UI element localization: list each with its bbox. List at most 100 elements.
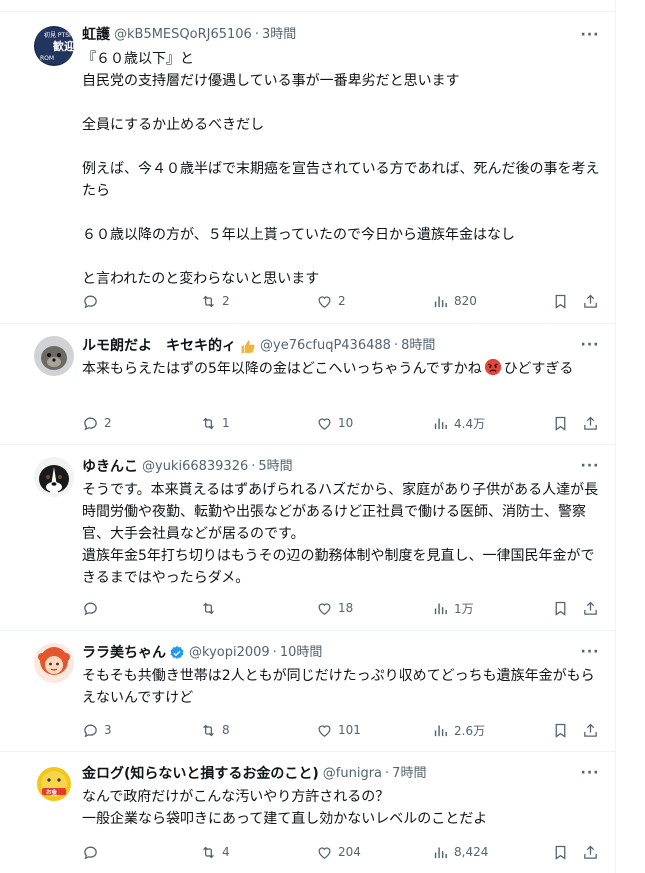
- user-handle[interactable]: @yuki66839326: [142, 457, 248, 477]
- views-button[interactable]: 820: [432, 291, 477, 311]
- retweet-button[interactable]: 2: [200, 291, 230, 311]
- avatar-image: [34, 643, 74, 683]
- thumbs-up-emoji-icon: [241, 340, 255, 353]
- svg-text:初見 PTSH: 初見 PTSH: [44, 31, 74, 39]
- reply-button[interactable]: 3: [82, 720, 112, 740]
- tweet-actions: 3 8 101 2.6万: [82, 720, 602, 740]
- view-count: 1万: [454, 601, 474, 616]
- separator-dot: ·: [393, 338, 399, 353]
- user-handle[interactable]: @funigra: [323, 764, 382, 784]
- retweet-button[interactable]: 4: [200, 842, 230, 862]
- timestamp[interactable]: 8時間: [401, 336, 435, 356]
- like-button[interactable]: 204: [316, 842, 361, 862]
- views-chart-icon: [434, 418, 447, 429]
- display-name[interactable]: ゆきんこ: [82, 457, 138, 477]
- bookmark-button[interactable]: [552, 598, 569, 618]
- user-handle[interactable]: @ye76cfuqP436488: [260, 336, 391, 356]
- heart-icon: [318, 417, 331, 430]
- tweet-actions: 18 1万: [82, 598, 602, 618]
- timestamp[interactable]: 3時間: [262, 25, 296, 45]
- share-icon: [584, 601, 597, 615]
- separator-dot: ·: [254, 27, 259, 42]
- retweet-icon: [203, 602, 214, 614]
- more-options-icon[interactable]: ···: [579, 338, 601, 358]
- views-chart-icon: [434, 847, 447, 858]
- avatar[interactable]: お金: [34, 764, 74, 804]
- like-button[interactable]: 101: [316, 720, 361, 740]
- retweet-icon: [203, 417, 214, 429]
- view-count: 8,424: [454, 845, 489, 859]
- timestamp[interactable]: 5時間: [258, 457, 292, 477]
- like-button[interactable]: 10: [316, 413, 353, 433]
- timestamp[interactable]: 7時間: [392, 764, 426, 784]
- bookmark-icon: [555, 845, 566, 860]
- avatar-image: お金: [34, 764, 74, 804]
- more-options-icon[interactable]: ···: [579, 766, 601, 786]
- bookmark-button[interactable]: [552, 413, 569, 433]
- tweet-text-tail: ひどすぎる: [503, 361, 574, 377]
- display-name[interactable]: 金ログ(知らないと損するお金のこと): [82, 764, 319, 784]
- bookmark-button[interactable]: [552, 720, 569, 740]
- reply-button[interactable]: 2: [82, 413, 112, 433]
- tweet[interactable]: お金 金ログ(知らないと損するお金のこと) @funigra · 7時間 ···…: [0, 752, 615, 873]
- retweet-button[interactable]: 8: [200, 720, 230, 740]
- views-button[interactable]: 8,424: [432, 842, 488, 862]
- reply-icon: [84, 846, 97, 859]
- display-name[interactable]: 虹護: [82, 25, 110, 45]
- tweet-text: 『６０歳以下』と 自民党の支持層だけ優遇している事が一番卑劣だと思います 全員に…: [82, 51, 600, 287]
- avatar[interactable]: 初見 PTSH 歓迎 ROM: [34, 26, 74, 66]
- retweet-count: 8: [222, 723, 230, 737]
- view-count: 2.6万: [454, 723, 486, 738]
- reply-button[interactable]: [82, 598, 104, 618]
- share-button[interactable]: [582, 291, 599, 311]
- bookmark-button[interactable]: [552, 291, 569, 311]
- views-button[interactable]: 2.6万: [432, 720, 485, 740]
- bookmark-icon: [555, 601, 566, 616]
- retweet-button[interactable]: [200, 598, 222, 618]
- tweet[interactable]: 初見 PTSH 歓迎 ROM 虹護 @kB5MESQoRJ65106 · 3時間…: [0, 12, 615, 324]
- bookmark-button[interactable]: [552, 842, 569, 862]
- display-name[interactable]: ララ美ちゃん: [82, 643, 166, 663]
- avatar[interactable]: [34, 643, 74, 683]
- display-name[interactable]: ルモ朗だよ キセキ的ィ: [82, 336, 236, 356]
- more-options-icon[interactable]: ···: [579, 459, 601, 479]
- views-chart-icon: [434, 296, 447, 307]
- tweet[interactable]: ゆきんこ @yuki66839326 · 5時間 ··· そうです。本来貰えるは…: [0, 445, 615, 631]
- heart-icon: [318, 295, 331, 308]
- separator-dot: ·: [251, 459, 256, 474]
- tweet-actions: 4 204 8,424: [82, 842, 602, 862]
- separator-dot: ·: [385, 766, 390, 781]
- like-button[interactable]: 18: [316, 598, 353, 618]
- reply-button[interactable]: [82, 291, 104, 311]
- timestamp[interactable]: 10時間: [280, 643, 323, 663]
- like-button[interactable]: 2: [316, 291, 346, 311]
- avatar[interactable]: [34, 457, 74, 497]
- reply-count: 3: [104, 723, 112, 737]
- tweet-header: ゆきんこ @yuki66839326 · 5時間: [82, 457, 293, 477]
- like-count: 204: [338, 845, 361, 859]
- reply-icon: [84, 724, 97, 737]
- like-count: 18: [338, 601, 354, 615]
- views-chart-icon: [434, 603, 447, 614]
- tweet-header: 虹護 @kB5MESQoRJ65106 · 3時間: [82, 25, 296, 45]
- share-icon: [584, 845, 597, 859]
- share-button[interactable]: [582, 720, 599, 740]
- views-button[interactable]: 4.4万: [432, 413, 485, 433]
- avatar[interactable]: [34, 336, 74, 376]
- share-button[interactable]: [582, 598, 599, 618]
- more-options-icon[interactable]: ···: [579, 645, 601, 665]
- share-button[interactable]: [582, 842, 599, 862]
- retweet-button[interactable]: 1: [200, 413, 230, 433]
- share-button[interactable]: [582, 413, 599, 433]
- tweet[interactable]: ルモ朗だよ キセキ的ィ @ye76cfuqP436488 · 8時間 ··· 本…: [0, 324, 615, 445]
- retweet-count: 1: [222, 416, 230, 430]
- tweet-text: 本来もらえたはずの5年以降の金はどこへいっちゃうんですかね ひどすぎる: [82, 358, 602, 380]
- user-handle[interactable]: @kyopi2009: [189, 643, 270, 663]
- tweet-header: 金ログ(知らないと損するお金のこと) @funigra · 7時間: [82, 764, 426, 784]
- more-options-icon[interactable]: ···: [579, 28, 601, 48]
- views-button[interactable]: 1万: [432, 598, 474, 618]
- reply-button[interactable]: [82, 842, 104, 862]
- tweet-header: ルモ朗だよ キセキ的ィ @ye76cfuqP436488 · 8時間: [82, 336, 435, 356]
- tweet[interactable]: ララ美ちゃん @kyopi2009 · 10時間 ··· そもそも共働き世帯は2…: [0, 631, 615, 752]
- user-handle[interactable]: @kB5MESQoRJ65106: [114, 25, 252, 45]
